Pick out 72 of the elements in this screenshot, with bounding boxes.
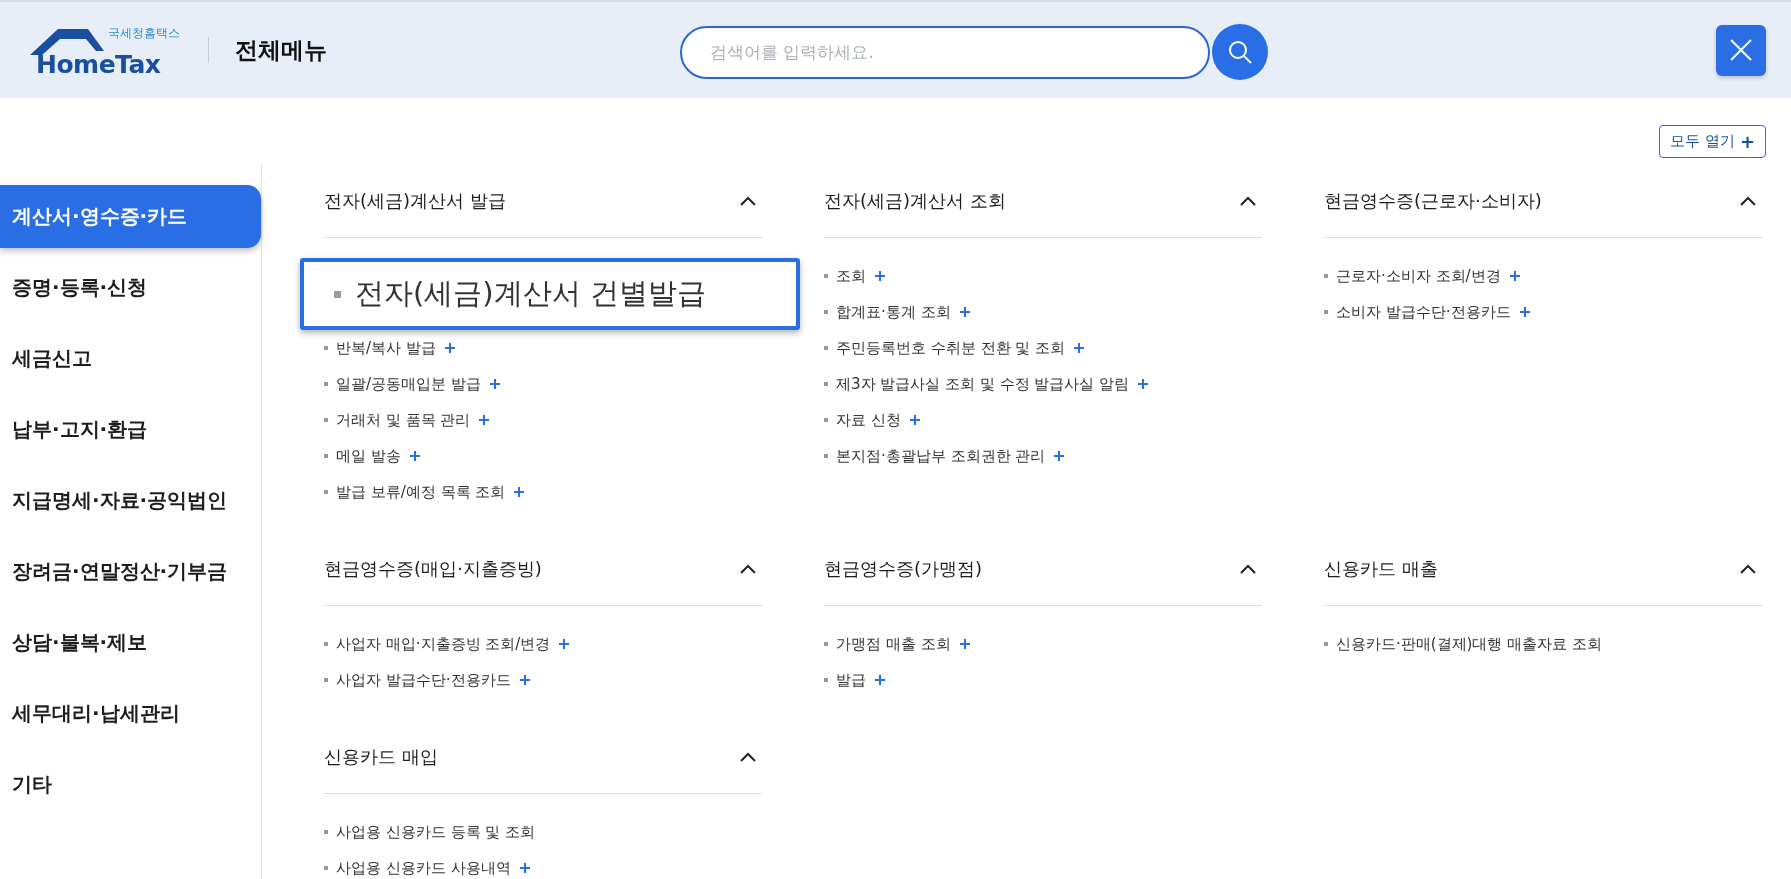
section-title: 전자(세금)계산서 발급: [324, 188, 506, 213]
sidebar-item[interactable]: 장려금·연말정산·기부금: [0, 540, 261, 603]
menu-link[interactable]: 발급 보류/예정 목록 조회: [336, 482, 506, 502]
chevron-up-icon[interactable]: [740, 563, 756, 574]
plus-icon[interactable]: [958, 306, 971, 318]
plus-icon[interactable]: [558, 638, 571, 650]
menu-link[interactable]: 일괄/공동매입분 발급: [336, 374, 481, 394]
plus-icon[interactable]: [908, 414, 921, 426]
menu-link[interactable]: 사업자 매입·지출증빙 조회/변경: [336, 634, 551, 654]
plus-icon[interactable]: [518, 674, 531, 686]
plus-icon[interactable]: [874, 674, 886, 686]
plus-icon[interactable]: [1053, 450, 1066, 462]
plus-icon[interactable]: [518, 862, 531, 874]
menu-link[interactable]: 신용카드·판매(결제)대행 매출자료 조회: [1336, 634, 1602, 654]
sidebar-item[interactable]: 납부·고지·환급: [0, 398, 261, 461]
menu-link[interactable]: 자료 신청: [836, 410, 901, 430]
menu-link[interactable]: 거래처 및 품목 관리: [336, 410, 471, 430]
section-title: 현금영수증(매입·지출증빙): [324, 556, 542, 581]
logo-subtitle: 국세청홈택스: [108, 25, 180, 42]
plus-icon[interactable]: [513, 486, 526, 498]
section-title: 현금영수증(가맹점): [824, 556, 983, 581]
page-title: 전체메뉴: [235, 35, 327, 65]
menu-link[interactable]: 합계표·통계 조회: [836, 302, 951, 322]
sidebar-item[interactable]: 세금신고: [0, 327, 261, 390]
plus-icon[interactable]: [1508, 270, 1521, 282]
plus-icon: +: [1739, 131, 1755, 152]
search-icon: [1227, 39, 1253, 65]
menu-link[interactable]: 사업용 신용카드 사용내역: [336, 858, 511, 878]
menu-link[interactable]: 사업용 신용카드 등록 및 조회: [336, 822, 536, 842]
chevron-up-icon[interactable]: [1240, 563, 1256, 574]
menu-link[interactable]: 본지점·총괄납부 조회권한 관리: [836, 446, 1046, 466]
sidebar-item[interactable]: 증명·등록·신청: [0, 256, 261, 319]
highlighted-menu-item[interactable]: 전자(세금)계산서 건별발급: [300, 258, 800, 330]
plus-icon[interactable]: [874, 270, 886, 282]
sidebar-item[interactable]: 세무대리·납세관리: [0, 682, 261, 745]
plus-icon[interactable]: [408, 450, 421, 462]
search-button[interactable]: [1212, 24, 1268, 80]
plus-icon[interactable]: [1518, 306, 1531, 318]
open-all-button[interactable]: 모두 열기 +: [1659, 125, 1766, 158]
plus-icon[interactable]: [1073, 342, 1086, 354]
menu-link[interactable]: 조회: [836, 266, 866, 286]
menu-link[interactable]: 가맹점 매출 조회: [836, 634, 951, 654]
menu-link[interactable]: 반복/복사 발급: [336, 338, 436, 358]
plus-icon[interactable]: [443, 342, 456, 354]
logo-text: HomeTax: [36, 50, 161, 79]
menu-link[interactable]: 발급: [836, 670, 866, 690]
chevron-up-icon[interactable]: [1740, 563, 1756, 574]
plus-icon[interactable]: [958, 638, 971, 650]
close-icon: [1729, 38, 1753, 62]
menu-link[interactable]: 근로자·소비자 조회/변경: [1336, 266, 1501, 286]
chevron-up-icon[interactable]: [740, 751, 756, 762]
menu-link[interactable]: 메일 발송: [336, 446, 401, 466]
section-title: 신용카드 매입: [324, 744, 438, 769]
menu-link[interactable]: 주민등록번호 수취분 전환 및 조회: [836, 338, 1066, 358]
plus-icon[interactable]: [478, 414, 491, 426]
close-button[interactable]: [1716, 24, 1766, 76]
sidebar-item[interactable]: 기타: [0, 753, 261, 816]
sidebar-item[interactable]: 지급명세·자료·공익법인: [0, 469, 261, 532]
search-field[interactable]: 검색어를 입력하세요.: [680, 25, 1210, 79]
section-title: 신용카드 매출: [1324, 556, 1438, 581]
chevron-up-icon[interactable]: [1240, 195, 1256, 206]
plus-icon[interactable]: [488, 378, 501, 390]
section-title: 현금영수증(근로자·소비자): [1324, 188, 1542, 213]
plus-icon[interactable]: [1137, 378, 1150, 390]
menu-link[interactable]: 소비자 발급수단·전용카드: [1336, 302, 1511, 322]
chevron-up-icon[interactable]: [740, 195, 756, 206]
menu-link[interactable]: 사업자 발급수단·전용카드: [336, 670, 511, 690]
sidebar-item[interactable]: 계산서·영수증·카드: [0, 185, 261, 248]
section-title: 전자(세금)계산서 조회: [824, 188, 1006, 213]
sidebar-item[interactable]: 상담·불복·제보: [0, 611, 261, 674]
menu-link[interactable]: 제3자 발급사실 조회 및 수정 발급사실 알림: [836, 374, 1130, 394]
chevron-up-icon[interactable]: [1740, 195, 1756, 206]
